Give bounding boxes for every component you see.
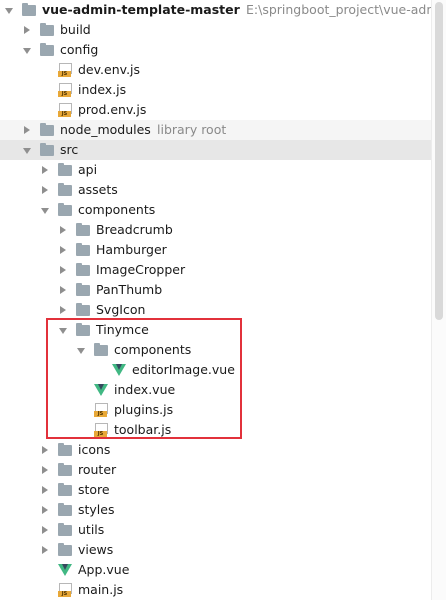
tree-folder-row[interactable]: PanThumb [0, 280, 432, 300]
folder-icon [40, 143, 54, 156]
folder-icon [58, 183, 72, 196]
expand-arrow-down-icon[interactable] [41, 208, 49, 214]
tree-item-label: api [78, 162, 98, 177]
expand-arrow-down-icon[interactable] [23, 148, 31, 154]
tree-item-label: Hamburger [96, 242, 167, 257]
tree-item-label: icons [78, 442, 111, 457]
tree-folder-row[interactable]: assets [0, 180, 432, 200]
tree-folder-row[interactable]: utils [0, 520, 432, 540]
folder-icon [58, 163, 72, 176]
tree-folder-row[interactable]: components [0, 200, 432, 220]
tree-item-label: prod.env.js [78, 102, 147, 117]
expand-arrow-right-icon[interactable] [42, 186, 48, 194]
js-file-icon: JS [58, 103, 72, 117]
expand-arrow-right-icon[interactable] [60, 306, 66, 314]
js-file-icon: JS [58, 83, 72, 97]
tree-folder-row[interactable]: node_modules library root [0, 120, 432, 140]
project-tree: vue-admin-template-master E:\springboot_p… [0, 0, 432, 600]
expand-arrow-right-icon[interactable] [42, 166, 48, 174]
expand-arrow-down-icon[interactable] [5, 8, 13, 14]
expand-arrow-right-icon[interactable] [60, 226, 66, 234]
tree-item-label: src [60, 142, 79, 157]
folder-icon [58, 543, 72, 556]
folder-icon [58, 523, 72, 536]
tree-item-label: PanThumb [96, 282, 163, 297]
folder-icon [58, 203, 72, 216]
expand-arrow-right-icon[interactable] [24, 126, 30, 134]
tree-folder-row[interactable]: Breadcrumb [0, 220, 432, 240]
tree-item-label: App.vue [78, 562, 130, 577]
tree-folder-row[interactable]: icons [0, 440, 432, 460]
folder-icon [76, 223, 90, 236]
tree-item-secondary-text: library root [157, 122, 227, 137]
folder-icon [76, 303, 90, 316]
tree-item-label: node_modules [60, 122, 151, 137]
tree-folder-row[interactable]: config [0, 40, 432, 60]
tree-item-label: main.js [78, 582, 124, 597]
expand-arrow-right-icon[interactable] [42, 546, 48, 554]
tree-folder-row[interactable]: store [0, 480, 432, 500]
tree-item-label: ImageCropper [96, 262, 186, 277]
tree-folder-row[interactable]: views [0, 540, 432, 560]
expand-arrow-right-icon[interactable] [42, 506, 48, 514]
tree-folder-row[interactable]: build [0, 20, 432, 40]
folder-icon [40, 43, 54, 56]
tree-folder-row[interactable]: Hamburger [0, 240, 432, 260]
folder-icon [76, 243, 90, 256]
expand-arrow-right-icon[interactable] [24, 26, 30, 34]
tree-item-secondary-text: E:\springboot_project\vue-admin-temp [246, 2, 432, 17]
folder-icon [58, 443, 72, 456]
tree-folder-row[interactable]: styles [0, 500, 432, 520]
tree-folder-row[interactable]: ImageCropper [0, 260, 432, 280]
tree-item-label: store [78, 482, 110, 497]
expand-arrow-right-icon[interactable] [60, 266, 66, 274]
tree-item-label: dev.env.js [78, 62, 141, 77]
tree-item-label: assets [78, 182, 118, 197]
tree-folder-row[interactable]: router [0, 460, 432, 480]
tree-item-label: views [78, 542, 114, 557]
tree-item-label: SvgIcon [96, 302, 146, 317]
js-file-icon: JS [58, 63, 72, 77]
tree-file-row[interactable]: JS dev.env.js [0, 60, 432, 80]
expand-arrow-right-icon[interactable] [60, 286, 66, 294]
tree-item-label: components [78, 202, 156, 217]
tree-item-label: styles [78, 502, 115, 517]
expand-arrow-down-icon[interactable] [23, 48, 31, 54]
expand-arrow-right-icon[interactable] [42, 486, 48, 494]
tree-item-label: utils [78, 522, 105, 537]
tree-item-label: router [78, 462, 117, 477]
expand-arrow-right-icon[interactable] [60, 246, 66, 254]
expand-arrow-right-icon[interactable] [42, 526, 48, 534]
tree-file-row[interactable]: JS index.js [0, 80, 432, 100]
tree-item-label: config [60, 42, 99, 57]
expand-arrow-right-icon[interactable] [42, 466, 48, 474]
js-file-icon: JS [58, 583, 72, 597]
annotation-highlight-box [46, 318, 242, 439]
folder-icon [58, 503, 72, 516]
vertical-scrollbar[interactable] [431, 0, 446, 600]
tree-folder-row[interactable]: vue-admin-template-master E:\springboot_p… [0, 0, 432, 20]
folder-icon [22, 3, 36, 16]
tree-item-label: build [60, 22, 91, 37]
folder-icon [40, 23, 54, 36]
tree-item-label: index.js [78, 82, 127, 97]
tree-folder-row[interactable]: src [0, 140, 432, 160]
tree-folder-row[interactable]: SvgIcon [0, 300, 432, 320]
tree-file-row[interactable]: JS prod.env.js [0, 100, 432, 120]
tree-folder-row[interactable]: api [0, 160, 432, 180]
vue-file-icon [58, 564, 72, 576]
folder-icon [76, 263, 90, 276]
folder-icon [58, 483, 72, 496]
folder-icon [58, 463, 72, 476]
tree-item-label: vue-admin-template-master [42, 2, 240, 17]
folder-icon [40, 123, 54, 136]
expand-arrow-right-icon[interactable] [42, 446, 48, 454]
scrollbar-thumb[interactable] [435, 2, 443, 320]
folder-icon [76, 283, 90, 296]
tree-file-row[interactable]: JS main.js [0, 580, 432, 600]
tree-file-row[interactable]: App.vue [0, 560, 432, 580]
tree-item-label: Breadcrumb [96, 222, 173, 237]
